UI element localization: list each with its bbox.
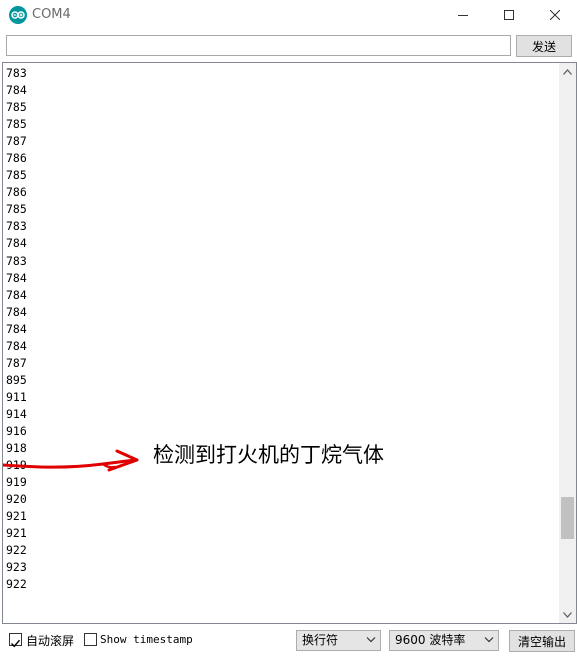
title-bar: COM4 <box>0 0 577 30</box>
scroll-up-button[interactable] <box>559 63 576 80</box>
output-line: 923 <box>6 560 27 575</box>
output-line: 784 <box>6 321 27 336</box>
output-line: 920 <box>6 492 27 507</box>
chevron-up-icon <box>563 68 572 75</box>
status-bar: 自动滚屏 Show timestamp 换行符 9600 波特率 清空输出 <box>0 625 577 657</box>
autoscroll-checkbox[interactable] <box>9 633 22 648</box>
output-line: 785 <box>6 202 27 217</box>
output-line: 785 <box>6 117 27 132</box>
output-line: 921 <box>6 509 27 524</box>
output-line: 785 <box>6 168 27 183</box>
red-arrow-annotation <box>3 449 139 472</box>
arduino-icon <box>9 6 27 24</box>
output-line: 785 <box>6 100 27 115</box>
send-toolbar: 发送 <box>0 30 577 62</box>
baud-rate-value: 9600 波特率 <box>395 633 466 647</box>
output-line: 784 <box>6 287 27 302</box>
output-line: 784 <box>6 236 27 251</box>
serial-output[interactable]: 783 784 785 785 787 786 785 786 785 783 784 783 784 7… <box>2 62 577 624</box>
output-line: 787 <box>6 134 27 149</box>
timestamp-checkbox[interactable] <box>84 633 97 646</box>
send-button[interactable]: 发送 <box>516 35 572 57</box>
close-icon <box>550 10 560 20</box>
window-title: COM4 <box>32 7 71 22</box>
checkmark-icon <box>11 639 21 648</box>
autoscroll-label[interactable]: 自动滚屏 <box>26 632 74 649</box>
scrollbar-thumb[interactable] <box>561 497 574 539</box>
close-button[interactable] <box>532 0 577 30</box>
output-line: 783 <box>6 219 27 234</box>
chevron-down-icon <box>563 611 572 618</box>
output-line: 922 <box>6 577 27 592</box>
output-lines: 783 784 785 785 787 786 785 786 785 783 784 783 784 7… <box>6 65 27 593</box>
output-line: 783 <box>6 253 27 268</box>
output-line: 922 <box>6 543 27 558</box>
timestamp-label[interactable]: Show timestamp <box>100 633 193 646</box>
maximize-icon <box>504 10 514 20</box>
output-line: 914 <box>6 406 27 421</box>
output-line: 784 <box>6 304 27 319</box>
output-line: 783 <box>6 66 27 80</box>
send-input[interactable] <box>6 35 511 56</box>
clear-output-button[interactable]: 清空输出 <box>509 630 575 652</box>
minimize-button[interactable] <box>440 0 486 30</box>
output-line: 916 <box>6 423 27 438</box>
annotation-text: 检测到打火机的丁烷气体 <box>153 443 384 467</box>
baud-rate-select[interactable]: 9600 波特率 <box>389 630 499 651</box>
output-line: 784 <box>6 270 27 285</box>
line-ending-select[interactable]: 换行符 <box>296 630 381 651</box>
output-line: 786 <box>6 185 27 200</box>
output-line: 786 <box>6 151 27 166</box>
output-line: 784 <box>6 338 27 353</box>
line-ending-value: 换行符 <box>302 633 339 647</box>
chevron-down-icon <box>366 637 376 643</box>
minimize-icon <box>458 15 468 16</box>
scroll-down-button[interactable] <box>559 606 576 623</box>
output-line: 784 <box>6 83 27 98</box>
output-line: 787 <box>6 355 27 370</box>
output-line: 921 <box>6 526 27 541</box>
maximize-button[interactable] <box>486 0 532 30</box>
chevron-down-icon <box>484 637 494 643</box>
vertical-scrollbar[interactable] <box>559 63 576 623</box>
output-line: 911 <box>6 389 27 404</box>
output-line: 895 <box>6 372 27 387</box>
